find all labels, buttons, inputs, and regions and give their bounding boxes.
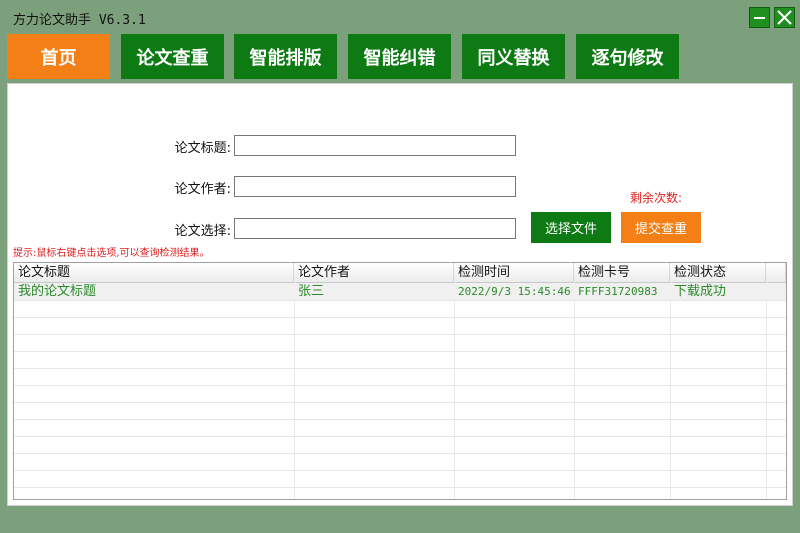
column-header-author[interactable]: 论文作者	[294, 263, 454, 282]
row-divider	[14, 300, 786, 301]
column-divider	[670, 282, 671, 499]
column-header-status[interactable]: 检测状态	[670, 263, 766, 282]
table-header: 论文标题 论文作者 检测时间 检测卡号 检测状态	[14, 263, 786, 283]
tab-smart-layout[interactable]: 智能排版	[234, 34, 337, 79]
row-divider	[14, 334, 786, 335]
close-button[interactable]	[774, 7, 795, 28]
paper-title-input[interactable]	[234, 135, 516, 156]
paper-file-input[interactable]	[234, 218, 516, 239]
submit-check-button[interactable]: 提交查重	[621, 212, 701, 243]
column-header-card[interactable]: 检测卡号	[574, 263, 670, 282]
paper-title-label: 论文标题:	[174, 141, 231, 156]
remaining-count-label: 剩余次数:	[630, 191, 683, 205]
content-panel: 论文标题: 论文作者: 论文选择: 剩余次数: 选择文件 提交查重 提示:鼠标右…	[7, 83, 793, 506]
title-bar: 方力论文助手 V6.3.1	[0, 0, 800, 34]
row-divider	[14, 385, 786, 386]
column-divider	[574, 282, 575, 499]
column-header-time[interactable]: 检测时间	[454, 263, 574, 282]
hint-text: 提示:鼠标右键点击选项,可以查询检测结果。	[13, 248, 210, 259]
row-divider	[14, 317, 786, 318]
tab-smart-correction[interactable]: 智能纠错	[348, 34, 451, 79]
select-file-button[interactable]: 选择文件	[531, 212, 611, 243]
main-tabs: 首页 论文查重 智能排版 智能纠错 同义替换 逐句修改	[0, 34, 800, 79]
row-divider	[14, 402, 786, 403]
app-title: 方力论文助手 V6.3.1	[13, 13, 146, 28]
column-header-spacer	[766, 263, 786, 282]
cell-title: 我的论文标题	[18, 284, 97, 299]
paper-file-label: 论文选择:	[174, 224, 231, 239]
cell-author: 张三	[298, 284, 325, 299]
tab-synonym-replace[interactable]: 同义替换	[462, 34, 565, 79]
minimize-icon	[754, 17, 765, 19]
column-divider	[454, 282, 455, 499]
row-divider	[14, 368, 786, 369]
minimize-button[interactable]	[749, 7, 770, 28]
column-header-title[interactable]: 论文标题	[14, 263, 294, 282]
cell-time: 2022/9/3 15:45:46	[458, 285, 571, 298]
tab-plagiarism-check[interactable]: 论文查重	[121, 34, 224, 79]
table-row[interactable]: 我的论文标题 张三 2022/9/3 15:45:46 FFFF31720983…	[14, 283, 786, 300]
row-divider	[14, 436, 786, 437]
tab-sentence-edit[interactable]: 逐句修改	[576, 34, 679, 79]
paper-author-input[interactable]	[234, 176, 516, 197]
tab-home[interactable]: 首页	[7, 34, 110, 79]
column-divider	[294, 282, 295, 499]
column-divider	[766, 282, 767, 499]
cell-card: FFFF31720983	[578, 285, 658, 298]
row-divider	[14, 351, 786, 352]
row-divider	[14, 419, 786, 420]
cell-status: 下载成功	[674, 284, 727, 299]
results-table[interactable]: 论文标题 论文作者 检测时间 检测卡号 检测状态 我的论文标题 张三 2022/	[13, 262, 787, 500]
row-divider	[14, 470, 786, 471]
close-icon	[777, 10, 792, 25]
row-divider	[14, 487, 786, 488]
row-divider	[14, 453, 786, 454]
paper-author-label: 论文作者:	[174, 182, 231, 197]
